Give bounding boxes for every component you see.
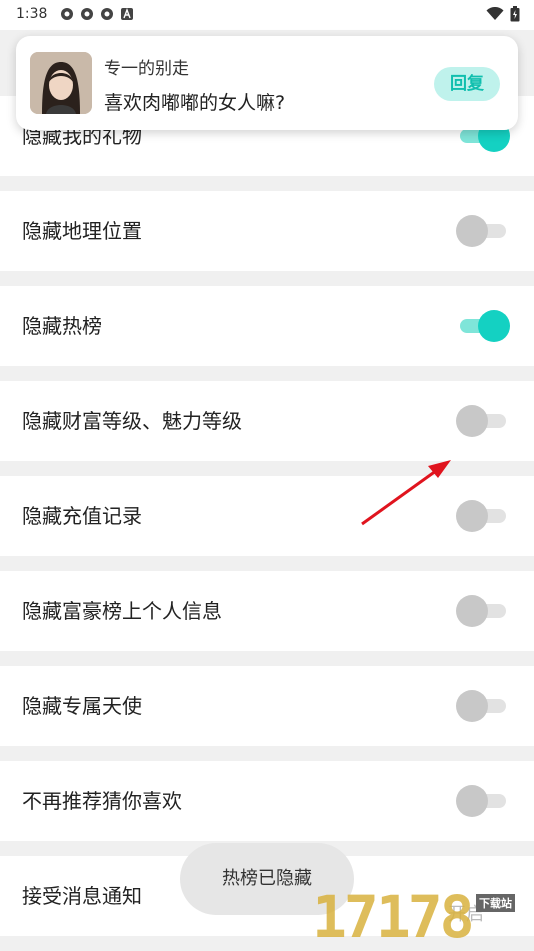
red-arrow-annotation	[361, 460, 451, 526]
watermark-tag: 下载站	[476, 894, 515, 912]
watermark-logo: 17178	[312, 883, 475, 951]
